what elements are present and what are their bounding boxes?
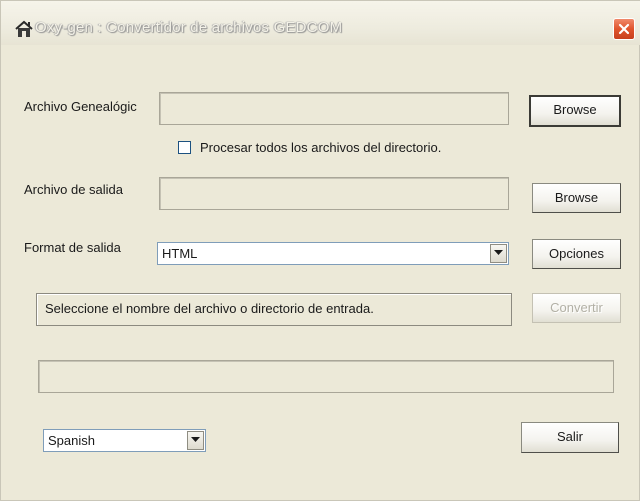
language-dropdown-button[interactable] [187, 431, 204, 450]
main-window: Oxy-gen : Convertidor de archivos GEDCOM… [0, 0, 640, 501]
status-text: Seleccione el nombre del archivo o direc… [45, 301, 374, 316]
input-file-field[interactable] [159, 92, 509, 125]
language-select[interactable]: Spanish [43, 429, 206, 452]
process-all-label: Procesar todos los archivos del director… [200, 140, 442, 155]
exit-button[interactable]: Salir [521, 422, 619, 453]
input-file-label: Archivo Genealógic [24, 99, 137, 114]
window-title: Oxy-gen : Convertidor de archivos GEDCOM [35, 19, 343, 36]
close-icon [618, 23, 630, 35]
house-icon [14, 20, 34, 38]
output-format-dropdown-button[interactable] [490, 244, 507, 263]
output-file-field[interactable] [159, 177, 509, 210]
output-format-value: HTML [162, 246, 198, 261]
output-file-label: Archivo de salida [24, 182, 123, 197]
options-button[interactable]: Opciones [532, 239, 621, 269]
convert-button[interactable]: Convertir [532, 293, 621, 323]
output-format-label: Format de salida [24, 240, 121, 255]
process-all-checkbox[interactable] [178, 141, 191, 154]
status-message: Seleccione el nombre del archivo o direc… [36, 293, 512, 326]
chevron-down-icon [191, 437, 200, 442]
close-button[interactable] [613, 18, 635, 40]
output-format-select[interactable]: HTML [157, 242, 509, 265]
title-bar[interactable]: Oxy-gen : Convertidor de archivos GEDCOM [1, 1, 640, 45]
language-value: Spanish [48, 433, 95, 448]
chevron-down-icon [494, 250, 503, 255]
browse-output-button[interactable]: Browse [532, 183, 621, 213]
browse-input-button[interactable]: Browse [529, 95, 621, 127]
progress-bar [38, 360, 614, 393]
